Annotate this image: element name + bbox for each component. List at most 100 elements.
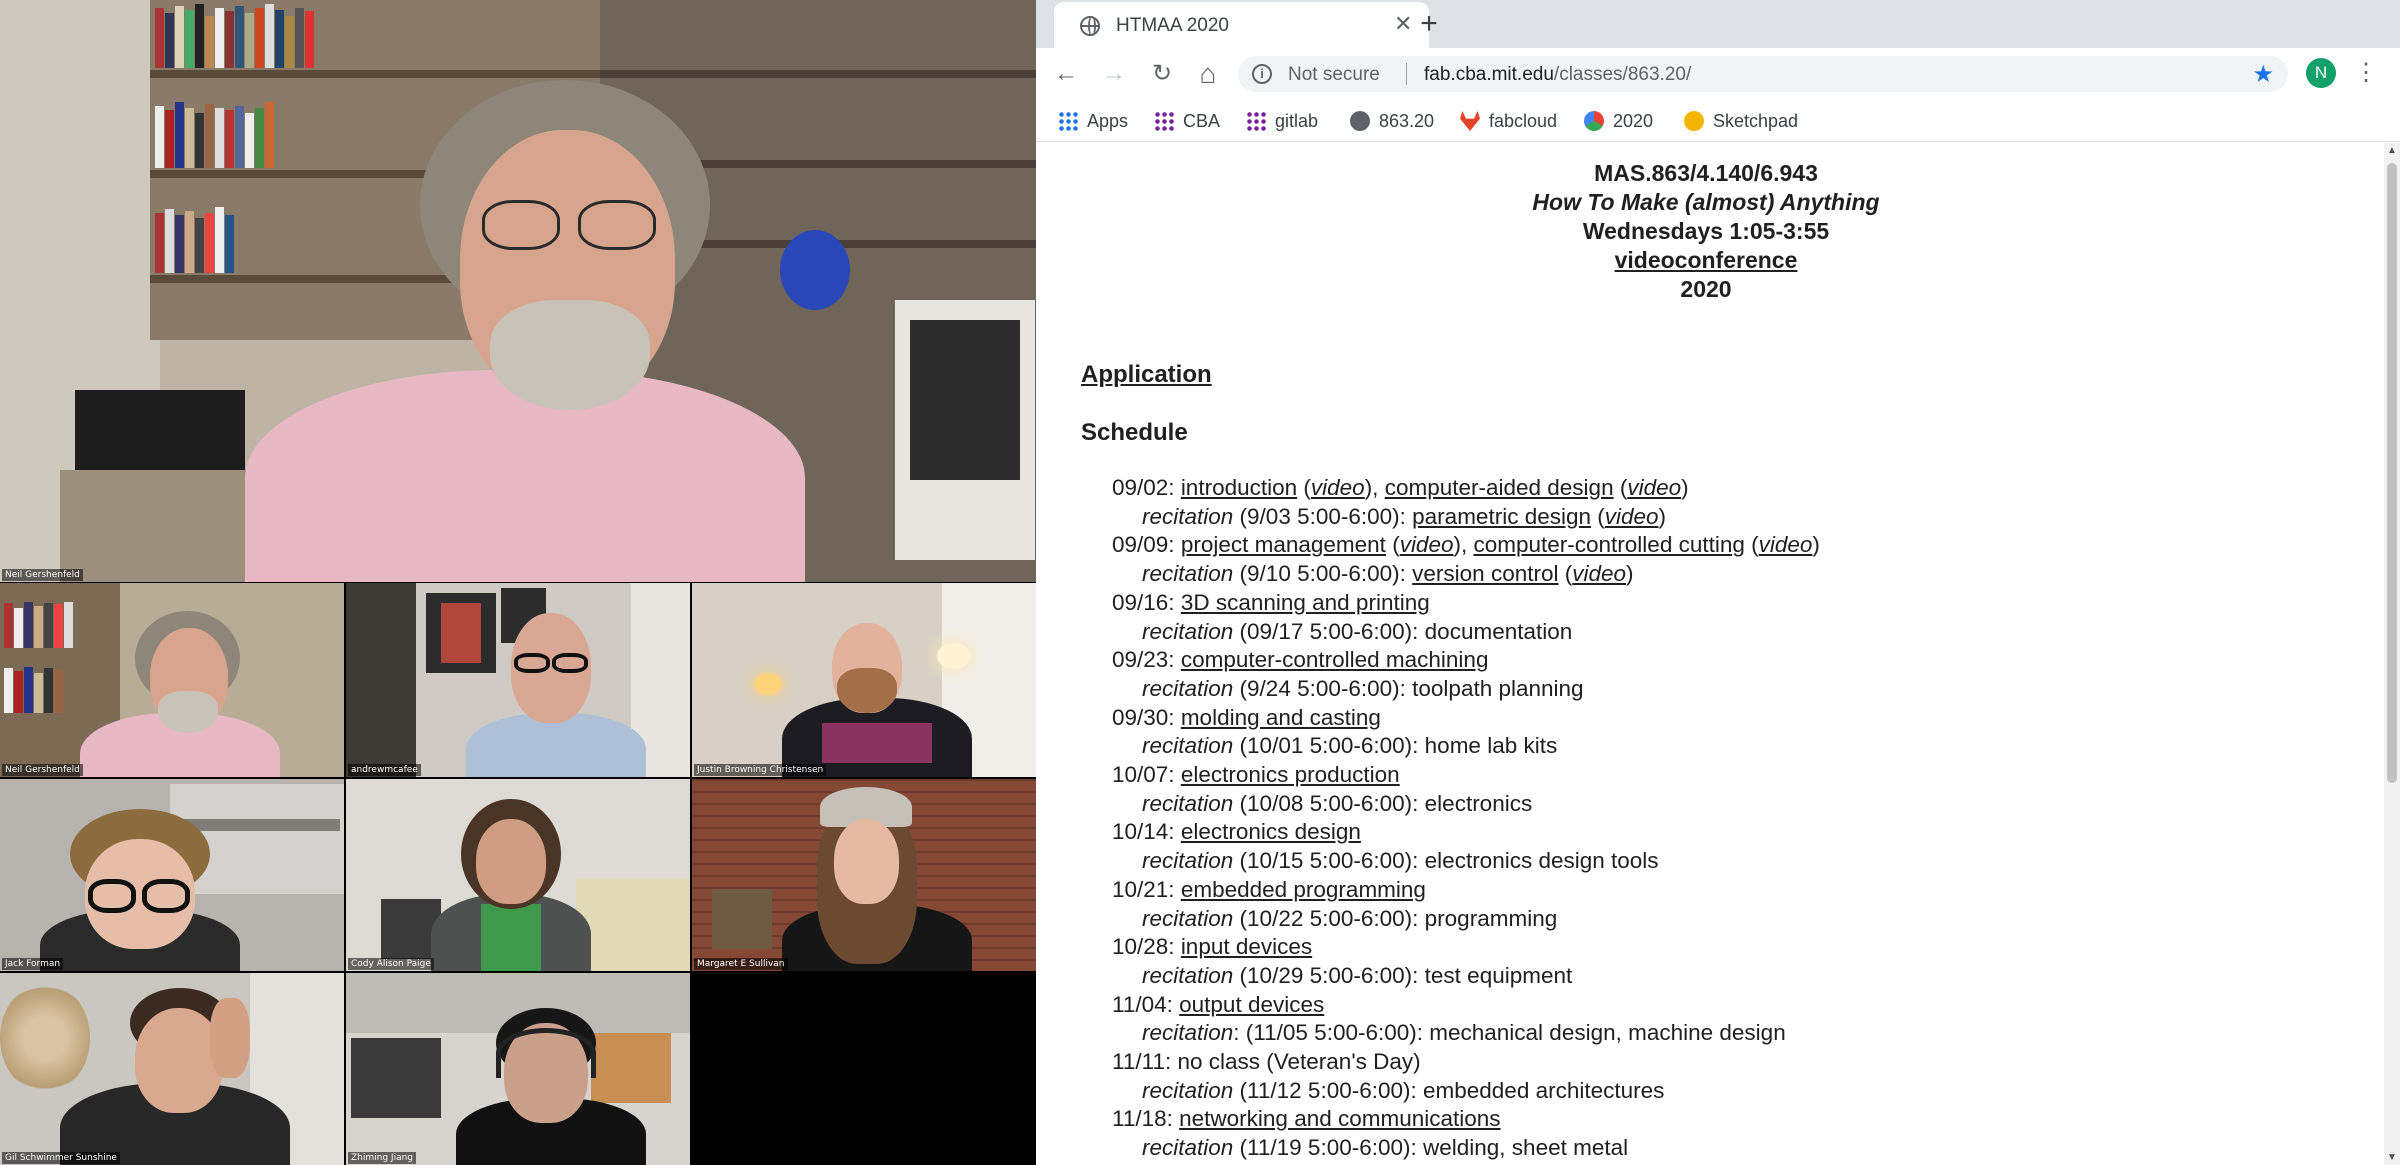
forward-button[interactable]: → — [1098, 58, 1130, 90]
recitation-label: recitation — [1142, 962, 1234, 988]
schedule-topic-link[interactable]: input devices — [1181, 934, 1312, 959]
bookmark-star-icon[interactable]: ★ — [2252, 60, 2274, 89]
schedule-text: 10/07: — [1112, 762, 1181, 787]
participant-video-tile[interactable]: Justin Browning Christensen — [692, 583, 1036, 777]
course-number: MAS.863/4.140/6.943 — [1594, 160, 1818, 186]
participant-name: andrewmcafee — [348, 764, 421, 776]
application-link[interactable]: Application — [1081, 361, 1212, 388]
bookmark-2020[interactable]: 2020 — [1584, 109, 1653, 133]
video-link[interactable]: video — [1605, 504, 1659, 529]
schedule-topic-link[interactable]: networking and communications — [1179, 1106, 1500, 1131]
video-link[interactable]: video — [1400, 532, 1454, 557]
gitlab-fox-icon — [1460, 111, 1480, 131]
schedule-text: (10/22 5:00-6:00): programming — [1233, 905, 1558, 931]
scrollbar-thumb[interactable] — [2387, 163, 2397, 783]
recitation-label: recitation — [1142, 848, 1234, 874]
video-link[interactable]: video — [1311, 475, 1365, 500]
recitation-label: recitation — [1142, 561, 1234, 587]
schedule-topic-link[interactable]: project management — [1181, 532, 1386, 557]
participant-video-tile[interactable]: Gil Schwimmer Sunshine — [0, 973, 344, 1165]
bookmark-apps[interactable]: Apps — [1058, 109, 1128, 133]
course-year: 2020 — [1680, 276, 1732, 302]
schedule-recitation-row: recitation (10/22 5:00-6:00): programmin… — [1142, 906, 1557, 932]
url-text[interactable]: fab.cba.mit.edu/classes/863.20/ — [1424, 64, 1691, 86]
bookmark-sketchpad[interactable]: Sketchpad — [1684, 109, 1798, 133]
schedule-class-row: 11/18: networking and communications — [1112, 1106, 1501, 1132]
bookmark-label: CBA — [1183, 110, 1221, 131]
schedule-topic-link[interactable]: version control — [1412, 561, 1558, 586]
participant-video-tile[interactable]: Zhiming Jiang — [346, 973, 690, 1165]
participant-name: Neil Gershenfeld — [2, 569, 83, 581]
schedule-topic-link[interactable]: electronics production — [1181, 762, 1400, 787]
course-title: How To Make (almost) Anything — [1532, 189, 1880, 215]
schedule-topic-link[interactable]: molding and casting — [1181, 705, 1381, 730]
schedule-text: (09/17 5:00-6:00): documentation — [1233, 618, 1573, 644]
bookmark-fabcloud[interactable]: fabcloud — [1460, 109, 1557, 133]
video-link[interactable]: video — [1627, 475, 1681, 500]
bookmark-label: Apps — [1087, 110, 1129, 131]
schedule-class-row: 10/07: electronics production — [1112, 762, 1400, 788]
course-location: videoconference — [1036, 247, 2376, 274]
info-icon[interactable]: i — [1252, 64, 1272, 84]
participant-video-tile[interactable]: andrewmcafee — [346, 583, 690, 777]
schedule-topic-link[interactable]: 3D scanning and printing — [1181, 590, 1430, 615]
participant-name: Gil Schwimmer Sunshine — [2, 1152, 120, 1164]
participant-video-tile[interactable]: Margaret E Sullivan — [692, 779, 1036, 971]
web-page[interactable]: MAS.863/4.140/6.943 How To Make (almost)… — [1036, 143, 2400, 1165]
schedule-topic-link[interactable]: output devices — [1179, 992, 1324, 1017]
scroll-up-icon[interactable]: ▲ — [2387, 145, 2397, 156]
schedule-text: 09/02: — [1112, 475, 1181, 500]
scroll-down-icon[interactable]: ▼ — [2387, 1152, 2397, 1163]
schedule-class-row: 09/23: computer-controlled machining — [1112, 647, 1488, 673]
bookmark-863-20[interactable]: 863.20 — [1350, 109, 1434, 133]
participant-video-tile[interactable]: Neil Gershenfeld — [0, 583, 344, 777]
schedule-topic-link[interactable]: introduction — [1181, 475, 1297, 500]
globe-icon — [1350, 111, 1370, 131]
schedule-text: 09/09: — [1112, 532, 1181, 558]
browser-menu-icon[interactable]: ⋮ — [2354, 58, 2378, 90]
participant-name: Justin Browning Christensen — [694, 764, 827, 776]
schedule-class-row: 09/02: introduction (video), computer-ai… — [1112, 475, 1689, 501]
schedule-text: 11/11: no class (Veteran's Day) — [1112, 1049, 1421, 1074]
page-scrollbar[interactable]: ▲ ▼ — [2384, 143, 2400, 1165]
bookmark-cba[interactable]: CBA — [1154, 109, 1220, 133]
tab-htmaa[interactable]: HTMAA 2020 ✕ — [1054, 2, 1429, 48]
schedule-text: (10/01 5:00-6:00): home lab kits — [1233, 733, 1558, 759]
schedule-topic-link[interactable]: computer-aided design — [1385, 475, 1614, 500]
schedule-recitation-row: recitation (9/24 5:00-6:00): toolpath pl… — [1142, 676, 1584, 702]
schedule-topic-link[interactable]: computer-controlled machining — [1181, 647, 1489, 672]
video-link[interactable]: video — [1759, 532, 1813, 557]
close-tab-icon[interactable]: ✕ — [1394, 12, 1412, 36]
videoconference-link[interactable]: videoconference — [1615, 247, 1798, 273]
browser-toolbar: ← → ↻ ⌂ i Not secure fab.cba.mit.edu/cla… — [1036, 48, 2400, 100]
home-button[interactable]: ⌂ — [1192, 58, 1224, 90]
speaker-video-tile[interactable]: Neil Gershenfeld — [0, 0, 1036, 582]
schedule-topic-link[interactable]: embedded programming — [1181, 877, 1426, 902]
schedule-topic-link[interactable]: electronics design — [1181, 819, 1361, 844]
bookmark-label: gitlab — [1275, 110, 1319, 131]
schedule-class-row: 09/09: project management (video), compu… — [1112, 532, 1820, 558]
schedule-text: ) — [1626, 561, 1634, 587]
bookmark-gitlab[interactable]: gitlab — [1246, 109, 1318, 133]
schedule-topic-link[interactable]: parametric design — [1412, 504, 1591, 529]
schedule-text: (11/12 5:00-6:00): embedded architecture… — [1233, 1077, 1665, 1103]
participant-name: Cody Alison Paige — [348, 958, 434, 970]
application-section: Application — [1081, 361, 1212, 389]
back-button[interactable]: ← — [1050, 58, 1082, 90]
schedule-class-row: 11/11: no class (Veteran's Day) — [1112, 1049, 1421, 1075]
schedule-text: 11/04: — [1112, 991, 1180, 1017]
recitation-label: recitation — [1142, 905, 1234, 931]
url-separator — [1406, 63, 1407, 85]
schedule-recitation-row: recitation (9/10 5:00-6:00): version con… — [1142, 561, 1634, 587]
video-link[interactable]: video — [1572, 561, 1626, 586]
participant-video-tile[interactable]: Cody Alison Paige — [346, 779, 690, 971]
profile-avatar[interactable]: N — [2306, 58, 2336, 88]
schedule-topic-link[interactable]: computer-controlled cutting — [1473, 532, 1744, 557]
participant-video-tile[interactable]: Jack Forman — [0, 779, 344, 971]
address-bar[interactable]: i Not secure fab.cba.mit.edu/classes/863… — [1238, 56, 2288, 92]
schedule-text: ( — [1297, 475, 1311, 500]
new-tab-button[interactable]: + — [1411, 6, 1447, 42]
security-indicator[interactable]: Not secure — [1288, 64, 1380, 86]
reload-button[interactable]: ↻ — [1146, 58, 1178, 90]
grid-icon — [1154, 111, 1174, 131]
